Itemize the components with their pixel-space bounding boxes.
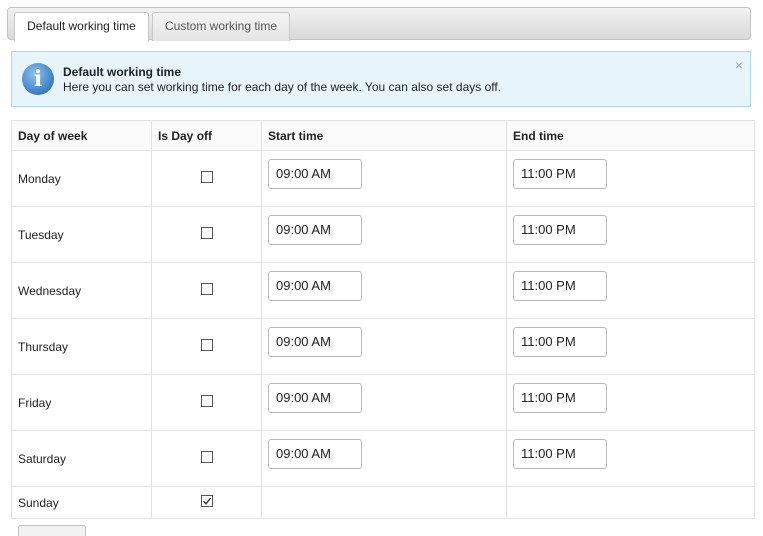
day-label: Saturday xyxy=(18,452,67,466)
start-time-input[interactable]: 09:00 AM xyxy=(268,439,362,469)
info-title: Default working time xyxy=(63,65,182,79)
day-off-checkbox[interactable] xyxy=(201,395,213,407)
table-header: Day of week Is Day off Start time End ti… xyxy=(12,121,754,151)
tab-custom-working-time[interactable]: Custom working time xyxy=(152,12,290,41)
day-off-checkbox[interactable] xyxy=(201,339,213,351)
start-time-input[interactable]: 09:00 AM xyxy=(268,215,362,245)
day-off-checkbox[interactable] xyxy=(201,227,213,239)
table-row: Thursday 09:00 AM 11:00 PM xyxy=(12,319,754,375)
start-time-input[interactable]: 09:00 AM xyxy=(268,327,362,357)
info-icon: i xyxy=(22,63,54,95)
table-row: Wednesday 09:00 AM 11:00 PM xyxy=(12,263,754,319)
tab-default-working-time[interactable]: Default working time xyxy=(14,12,149,41)
header-end-time: End time xyxy=(513,129,564,143)
table-row: Saturday 09:00 AM 11:00 PM xyxy=(12,431,754,487)
end-time-input[interactable]: 11:00 PM xyxy=(513,271,607,301)
table-row: Sunday xyxy=(12,487,754,519)
day-label: Friday xyxy=(18,396,52,410)
day-off-checkbox[interactable] xyxy=(201,283,213,295)
day-off-checkbox[interactable] xyxy=(201,451,213,463)
end-time-input[interactable]: 11:00 PM xyxy=(513,215,607,245)
day-label: Wednesday xyxy=(18,284,82,298)
close-icon[interactable]: × xyxy=(735,57,743,73)
header-day-of-week: Day of week xyxy=(18,129,88,143)
working-time-table: Day of week Is Day off Start time End ti… xyxy=(11,120,755,519)
end-time-input[interactable]: 11:00 PM xyxy=(513,327,607,357)
start-time-input[interactable]: 09:00 AM xyxy=(268,383,362,413)
table-row: Friday 09:00 AM 11:00 PM xyxy=(12,375,754,431)
start-time-input[interactable]: 09:00 AM xyxy=(268,271,362,301)
table-row: Monday 09:00 AM 11:00 PM xyxy=(12,151,754,207)
day-off-checkbox[interactable] xyxy=(201,171,213,183)
day-off-checkbox[interactable] xyxy=(201,495,213,507)
end-time-input[interactable]: 11:00 PM xyxy=(513,159,607,189)
day-label: Tuesday xyxy=(18,228,64,242)
check-icon xyxy=(202,497,212,505)
info-panel: i Default working time Here you can set … xyxy=(11,51,751,107)
tab-bar: Default working time Custom working time xyxy=(7,7,751,41)
header-is-day-off: Is Day off xyxy=(158,129,213,143)
info-text: Here you can set working time for each d… xyxy=(63,80,502,94)
header-start-time: Start time xyxy=(268,129,324,143)
end-time-input[interactable]: 11:00 PM xyxy=(513,383,607,413)
day-label: Monday xyxy=(18,172,61,186)
end-time-input[interactable]: 11:00 PM xyxy=(513,439,607,469)
start-time-input[interactable]: 09:00 AM xyxy=(268,159,362,189)
save-button[interactable] xyxy=(18,525,86,536)
day-label: Thursday xyxy=(18,340,69,354)
table-row: Tuesday 09:00 AM 11:00 PM xyxy=(12,207,754,263)
day-label: Sunday xyxy=(18,496,59,510)
